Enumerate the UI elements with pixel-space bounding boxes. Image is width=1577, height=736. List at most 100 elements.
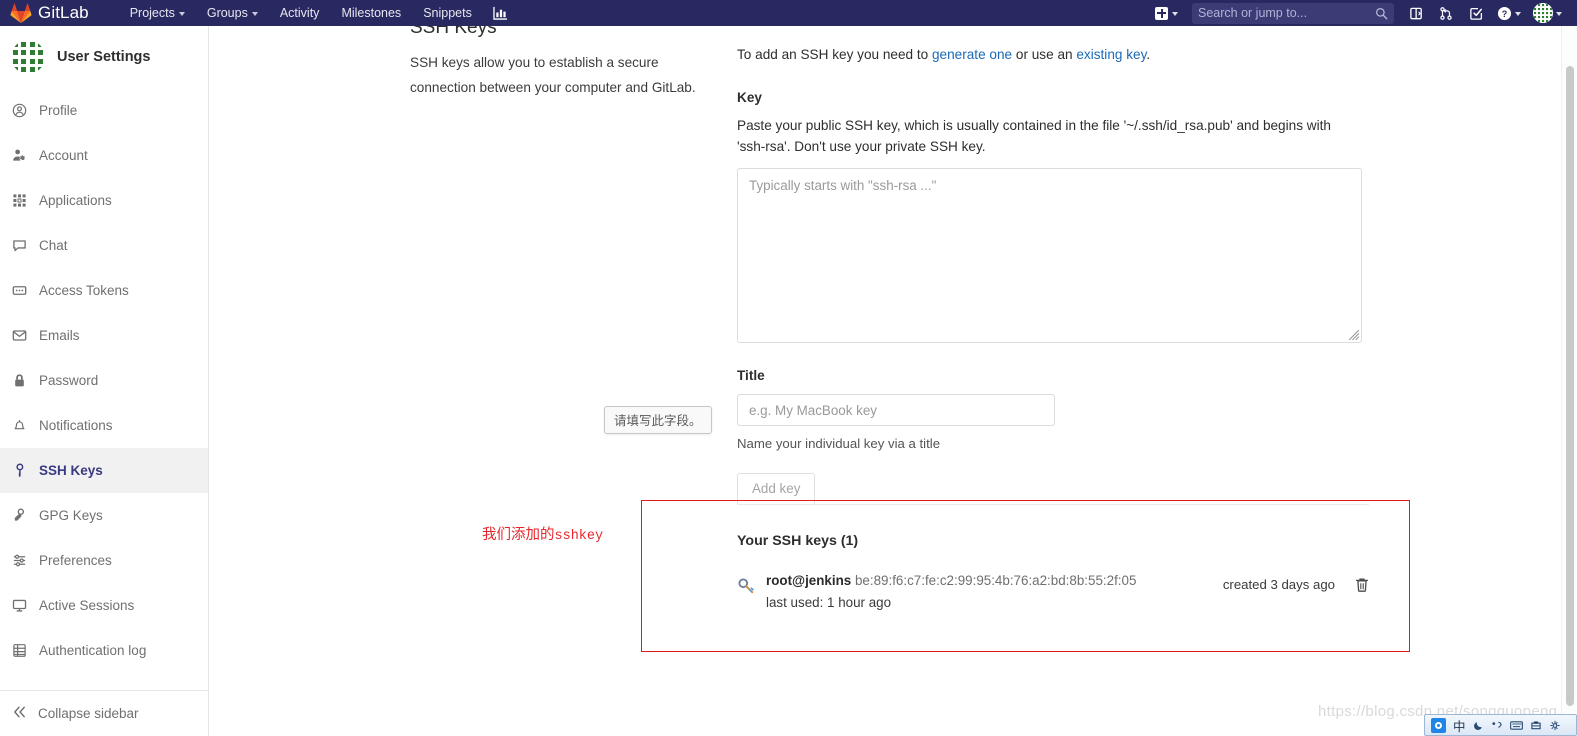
sidebar-item-authentication-log[interactable]: Authentication log [0,628,208,673]
punctuation-icon[interactable] [1491,720,1503,731]
plus-icon [1155,6,1168,20]
avatar [1533,3,1553,23]
intro-middle: or use an [1012,47,1077,62]
sidebar-item-preferences[interactable]: Preferences [0,538,208,583]
sidebar-item-chat-label: Chat [39,238,68,253]
sidebar-item-access-tokens[interactable]: Access Tokens [0,268,208,313]
chevron-down-icon [1556,11,1562,16]
sidebar-item-ssh-keys-label: SSH Keys [39,463,103,478]
intro-prefix: To add an SSH key you need to [737,47,932,62]
help-icon: ? [1497,6,1512,20]
sidebar-item-access-tokens-label: Access Tokens [39,283,129,298]
nav-item-snippets-label: Snippets [423,6,472,20]
key-field-help: Paste your public SSH key, which is usua… [737,118,1331,154]
applications-icon [11,193,27,209]
gpg-keys-icon [11,508,27,524]
key-textarea-wrapper [737,168,1362,343]
nav-item-projects[interactable]: Projects [119,0,196,26]
access-tokens-icon [11,283,27,299]
sidebar-nav-list: Profile Account Applications Chat Access… [0,88,208,673]
key-field-label: Key [737,90,762,105]
add-key-intro: To add an SSH key you need to generate o… [737,26,1377,65]
sidebar-title: User Settings [57,49,151,65]
sidebar-item-applications[interactable]: Applications [0,178,208,223]
search-input[interactable] [1198,6,1375,20]
ime-logo-icon[interactable] [1431,717,1446,733]
keyboard-icon[interactable] [1509,720,1523,731]
global-search[interactable] [1192,2,1394,24]
nav-item-activity-label: Activity [279,6,320,20]
nav-item-activity[interactable]: Activity [269,0,331,26]
annotation-label-cn: 我们添加的 [482,527,555,543]
user-menu-dropdown[interactable] [1527,0,1569,26]
settings-icon[interactable] [1549,720,1561,731]
sidebar-item-active-sessions[interactable]: Active Sessions [0,583,208,628]
sidebar-item-password[interactable]: Password [0,358,208,403]
nav-item-milestones-label: Milestones [341,6,402,20]
nav-item-milestones[interactable]: Milestones [330,0,412,26]
toolbox-icon[interactable] [1530,720,1542,731]
sidebar-item-active-sessions-label: Active Sessions [39,598,135,613]
nav-item-groups-label: Groups [206,6,248,20]
title-field-label: Title [737,368,765,383]
gitlab-fox-icon [10,3,32,23]
chat-icon [11,238,27,254]
sidebar-item-profile-label: Profile [39,103,78,118]
merge-requests-icon[interactable] [1431,0,1461,26]
sidebar-item-emails[interactable]: Emails [0,313,208,358]
main-content: SSH Keys SSH keys allow you to establish… [209,26,1569,736]
sidebar-item-applications-label: Applications [39,193,112,208]
sidebar-item-account-label: Account [39,148,88,163]
collapse-sidebar-label: Collapse sidebar [38,706,139,721]
ime-language-indicator[interactable]: 中 [1453,716,1466,735]
existing-key-link[interactable]: existing key [1076,47,1146,62]
annotation-label: 我们添加的sshkey [482,523,603,544]
settings-sidebar: User Settings Profile Account Applicatio… [0,26,209,736]
emails-icon [11,328,27,344]
nav-item-groups[interactable]: Groups [196,0,269,26]
new-item-dropdown[interactable] [1148,0,1185,26]
nav-item-projects-label: Projects [129,6,175,20]
ime-toolbar[interactable]: 中 [1424,714,1577,736]
intro-suffix: . [1146,47,1151,62]
ssh-key-form-column: To add an SSH key you need to generate o… [737,26,1377,505]
account-icon [11,148,27,164]
collapse-sidebar-button[interactable]: Collapse sidebar [0,690,208,736]
nav-item-snippets[interactable]: Snippets [412,0,483,26]
sidebar-item-ssh-keys[interactable]: SSH Keys [0,448,208,493]
navbar-right-group: ? [1148,0,1577,26]
generate-one-link[interactable]: generate one [932,47,1012,62]
search-icon [1376,7,1388,19]
gitlab-logo-link[interactable]: GitLab [0,0,95,26]
svg-text:?: ? [1502,8,1508,18]
annotation-label-mono: sshkey [554,529,604,544]
help-dropdown[interactable]: ? [1491,0,1527,26]
key-textarea[interactable] [737,168,1362,343]
scrollbar-thumb[interactable] [1566,66,1574,706]
page-scrollbar[interactable] [1561,26,1577,736]
todos-icon[interactable] [1461,0,1491,26]
title-input[interactable] [737,394,1055,426]
authentication-log-icon [11,643,27,659]
sidebar-item-profile[interactable]: Profile [0,88,208,133]
issues-icon[interactable] [1401,0,1431,26]
sidebar-avatar [11,40,45,74]
validation-tooltip: 请填写此字段。 [604,406,712,434]
sidebar-item-password-label: Password [39,373,99,388]
ssh-keys-icon [11,463,27,479]
chevron-down-icon [1172,11,1178,16]
sidebar-item-gpg-keys[interactable]: GPG Keys [0,493,208,538]
sidebar-item-account[interactable]: Account [0,133,208,178]
sidebar-item-gpg-keys-label: GPG Keys [39,508,103,523]
sidebar-item-authentication-log-label: Authentication log [39,643,147,658]
sidebar-item-chat[interactable]: Chat [0,223,208,268]
sidebar-item-notifications[interactable]: Notifications [0,403,208,448]
analytics-chart-icon[interactable] [483,0,518,26]
moon-icon[interactable] [1473,720,1484,731]
chevron-down-icon [1515,11,1521,16]
gitlab-brand-label: GitLab [38,3,89,22]
page-description: SSH keys allow you to establish a secure… [410,55,696,95]
active-sessions-icon [11,598,27,614]
chevron-down-icon [251,11,258,16]
page-title: SSH Keys [410,26,497,38]
